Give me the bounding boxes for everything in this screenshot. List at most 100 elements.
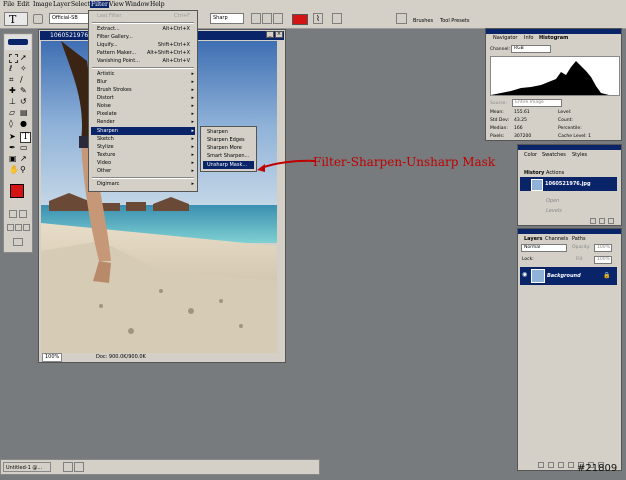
- menu-item-liquify[interactable]: Liquify...: [97, 42, 118, 48]
- menu-window[interactable]: Window: [125, 1, 149, 8]
- menu-item-other[interactable]: Other: [97, 168, 111, 174]
- menu-layer[interactable]: Layer: [53, 1, 70, 8]
- tab-info[interactable]: Info: [524, 35, 533, 41]
- menu-image[interactable]: Image: [33, 1, 52, 8]
- opacity-field[interactable]: 100%: [594, 244, 612, 252]
- menu-item-noise[interactable]: Noise: [97, 103, 111, 109]
- menu-select[interactable]: Select: [71, 1, 90, 8]
- visibility-eye-icon[interactable]: ◉: [522, 272, 528, 278]
- menu-item-distort[interactable]: Distort: [97, 95, 114, 101]
- align-left-icon[interactable]: [251, 13, 261, 24]
- menu-item-stylize[interactable]: Stylize: [97, 144, 114, 150]
- text-color-swatch[interactable]: [292, 14, 308, 25]
- magic-wand-icon[interactable]: ✧: [20, 65, 29, 74]
- blend-mode-select[interactable]: Normal: [521, 244, 567, 252]
- marquee-tool-icon[interactable]: [9, 54, 18, 63]
- shape-tool-icon[interactable]: ▭: [20, 144, 29, 153]
- brush-tool-icon[interactable]: ✎: [20, 87, 29, 96]
- history-brush-icon[interactable]: ↺: [20, 98, 29, 107]
- menu-item-vanishing-point[interactable]: Vanishing Point...: [97, 58, 140, 64]
- tab-channels[interactable]: Channels: [545, 236, 568, 242]
- pen-tool-icon[interactable]: ✒: [9, 144, 18, 153]
- warp-text-icon[interactable]: ⌇: [313, 13, 323, 24]
- hand-tool-icon[interactable]: ✋: [9, 166, 19, 175]
- standard-mode-icon[interactable]: [9, 210, 17, 218]
- submenu-item-sharpen-edges[interactable]: Sharpen Edges: [207, 137, 245, 143]
- maximize-icon[interactable]: [74, 462, 84, 472]
- history-snapshot-row[interactable]: 1060521976.jpg: [520, 177, 617, 191]
- eyedropper-icon[interactable]: ↗: [20, 155, 29, 164]
- tab-swatches[interactable]: Swatches: [542, 152, 566, 158]
- dodge-tool-icon[interactable]: ●: [20, 120, 29, 129]
- layer-style-icon[interactable]: [548, 462, 554, 468]
- tab-paths[interactable]: Paths: [572, 236, 586, 242]
- menu-item-render[interactable]: Render: [97, 119, 115, 125]
- path-select-icon[interactable]: ➤: [9, 133, 18, 142]
- tab-tool-presets[interactable]: Tool Presets: [440, 18, 470, 24]
- menu-item-pixelate[interactable]: Pixelate: [97, 111, 117, 117]
- healing-brush-icon[interactable]: ✚: [9, 87, 18, 96]
- menu-item-pattern-maker[interactable]: Pattern Maker...: [97, 50, 136, 56]
- tab-navigator[interactable]: Navigator: [493, 35, 517, 41]
- menu-item-artistic[interactable]: Artistic: [97, 71, 115, 77]
- jump-to-imageready-icon[interactable]: [13, 238, 23, 246]
- anti-alias-select[interactable]: Sharp: [210, 13, 244, 24]
- menu-view[interactable]: View: [109, 1, 124, 8]
- clone-stamp-icon[interactable]: ⊥: [9, 98, 18, 107]
- new-snapshot-icon[interactable]: [599, 218, 605, 224]
- submenu-item-unsharp-mask[interactable]: Unsharp Mask...: [207, 162, 247, 168]
- quick-mask-icon[interactable]: [19, 210, 27, 218]
- layer-row-background[interactable]: ◉ Background 🔒: [520, 267, 617, 285]
- menu-item-brush-strokes[interactable]: Brush Strokes: [97, 87, 132, 93]
- menu-edit[interactable]: Edit: [17, 1, 30, 8]
- type-tool-preset[interactable]: T: [4, 12, 28, 26]
- align-center-icon[interactable]: [262, 13, 272, 24]
- adjustment-layer-icon[interactable]: [568, 462, 574, 468]
- tab-brushes[interactable]: Brushes: [413, 18, 433, 24]
- type-tool-icon-box[interactable]: T: [20, 132, 31, 143]
- blur-tool-icon[interactable]: ◊: [9, 120, 18, 129]
- tab-color[interactable]: Color: [524, 152, 537, 158]
- menu-item-filter-gallery[interactable]: Filter Gallery...: [97, 34, 133, 40]
- screen-mode-full-icon[interactable]: [23, 224, 30, 231]
- tab-history[interactable]: History: [524, 170, 544, 176]
- tab-layers[interactable]: Layers: [524, 236, 543, 242]
- file-browser-icon[interactable]: [396, 13, 407, 24]
- restore-icon[interactable]: [63, 462, 73, 472]
- gradient-tool-icon[interactable]: ▤: [20, 109, 29, 118]
- source-select[interactable]: Entire Image: [512, 99, 562, 107]
- screen-mode-standard-icon[interactable]: [7, 224, 14, 231]
- zoom-tool-icon[interactable]: ⚲: [20, 166, 29, 175]
- menu-file[interactable]: File: [3, 1, 15, 8]
- move-tool-icon[interactable]: ➚: [20, 54, 29, 63]
- foreground-color-swatch[interactable]: [10, 184, 24, 198]
- menu-help[interactable]: Help: [150, 1, 165, 8]
- notes-tool-icon[interactable]: ▣: [9, 155, 18, 164]
- crop-tool-icon[interactable]: ⌗: [9, 76, 18, 85]
- menu-item-digimarc[interactable]: Digimarc: [97, 181, 119, 187]
- new-document-icon[interactable]: [590, 218, 596, 224]
- menu-item-sharpen[interactable]: Sharpen: [97, 128, 118, 134]
- tab-styles[interactable]: Styles: [572, 152, 587, 158]
- menu-item-sketch[interactable]: Sketch: [97, 136, 114, 142]
- submenu-item-smart-sharpen[interactable]: Smart Sharpen...: [207, 153, 249, 159]
- link-layers-icon[interactable]: [538, 462, 544, 468]
- delete-icon[interactable]: [608, 218, 614, 224]
- layer-mask-icon[interactable]: [558, 462, 564, 468]
- eraser-tool-icon[interactable]: ▱: [9, 109, 18, 118]
- menu-filter[interactable]: Filter: [90, 1, 109, 8]
- minimized-document[interactable]: Untitled-1 @...: [3, 462, 51, 472]
- palettes-toggle-icon[interactable]: [332, 13, 342, 24]
- menu-item-extract[interactable]: Extract...: [97, 26, 120, 32]
- screen-mode-full-menu-icon[interactable]: [15, 224, 22, 231]
- channel-select[interactable]: RGB: [511, 45, 551, 53]
- tab-actions[interactable]: Actions: [546, 170, 564, 176]
- minimize-icon[interactable]: _: [266, 31, 274, 38]
- submenu-item-sharpen-more[interactable]: Sharpen More: [207, 145, 242, 151]
- submenu-item-sharpen[interactable]: Sharpen: [207, 129, 228, 135]
- slice-tool-icon[interactable]: ∕: [20, 76, 29, 85]
- menu-item-video[interactable]: Video: [97, 160, 111, 166]
- menu-item-blur[interactable]: Blur: [97, 79, 107, 85]
- close-icon[interactable]: ×: [275, 31, 283, 38]
- fill-field[interactable]: 100%: [594, 256, 612, 264]
